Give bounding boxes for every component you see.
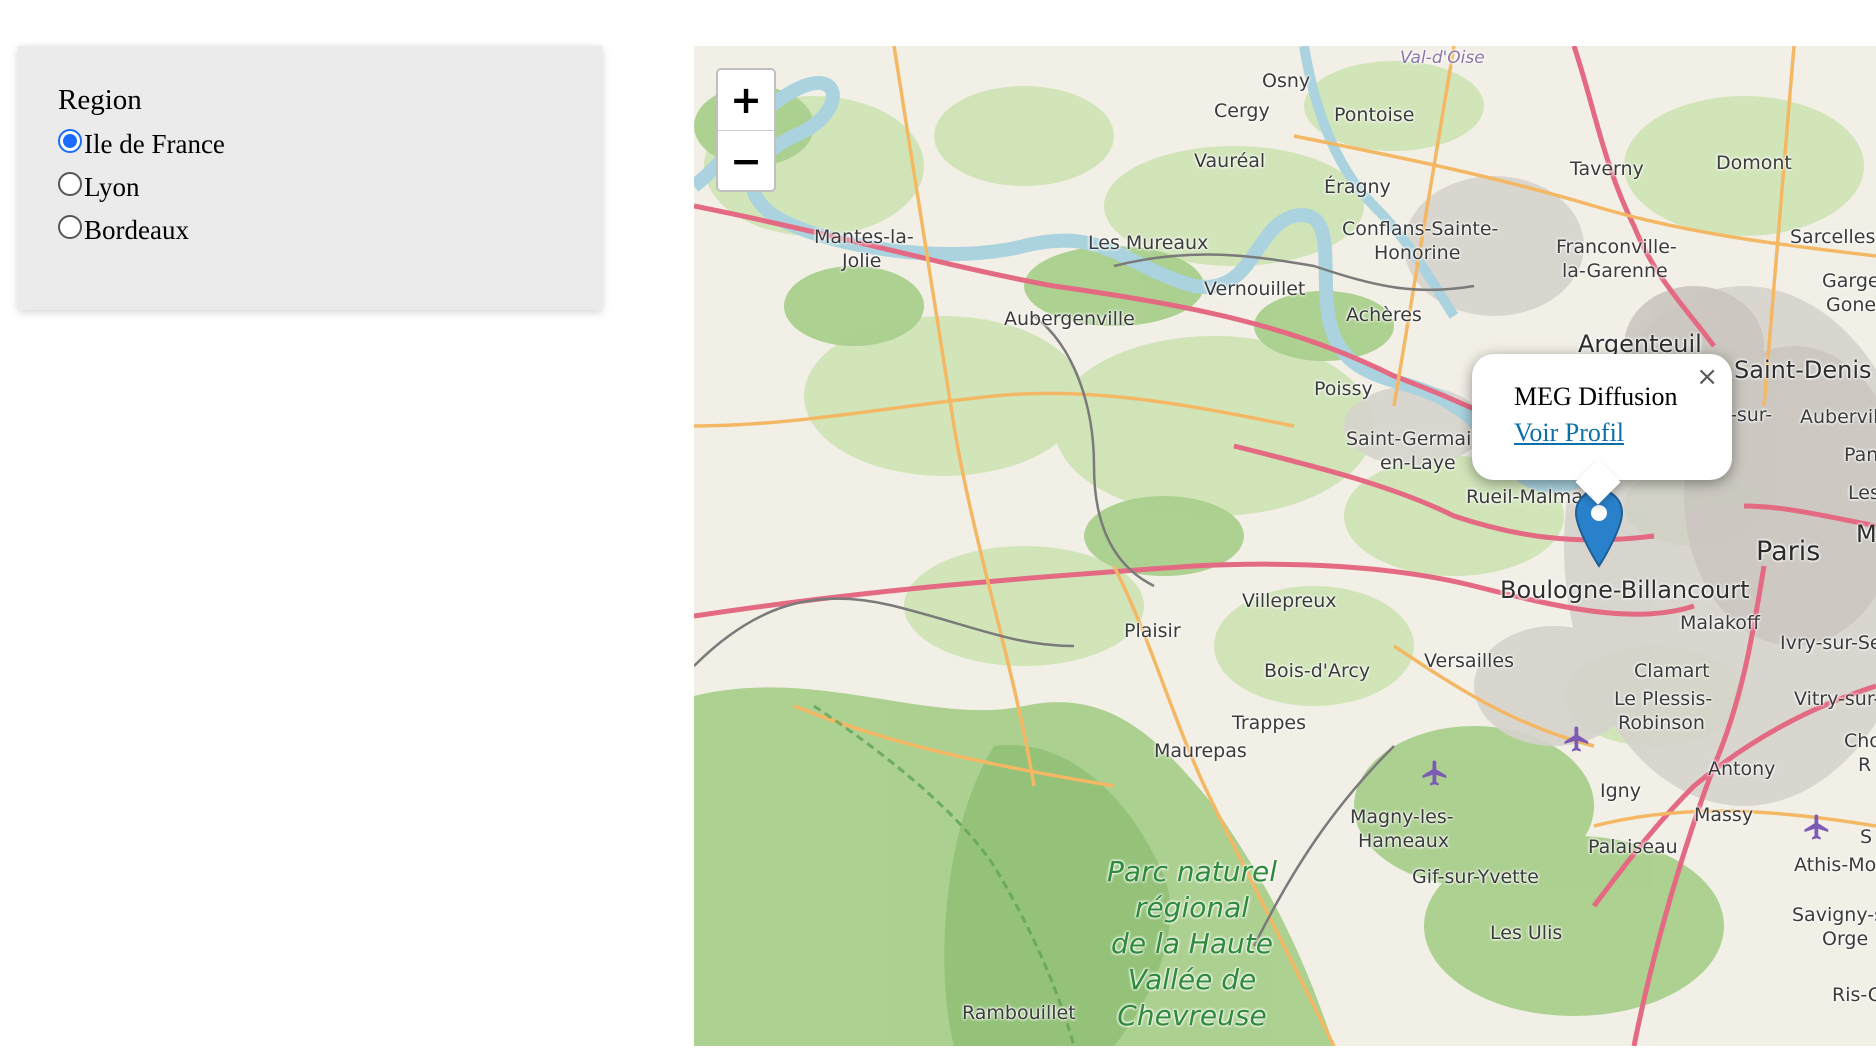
- place-label: Magny-les-: [1350, 806, 1454, 828]
- park-label-line: régional: [1134, 891, 1250, 924]
- marker-popup: × MEG Diffusion Voir Profil: [1472, 354, 1732, 505]
- voir-profil-link[interactable]: Voir Profil: [1514, 418, 1624, 448]
- place-label: Franconville-: [1556, 236, 1677, 258]
- park-label-line: Chevreuse: [1117, 999, 1267, 1032]
- place-label: Rueil-Malmai: [1466, 486, 1589, 508]
- place-label: Ivry-sur-Se: [1780, 632, 1876, 654]
- place-label: Vernouillet: [1204, 278, 1306, 300]
- place-label: Honorine: [1374, 242, 1461, 264]
- place-label: Achères: [1346, 304, 1422, 326]
- place-label: Rambouillet: [962, 1002, 1076, 1024]
- place-label: Val-d'Oise: [1400, 48, 1485, 68]
- place-label: en-Laye: [1380, 452, 1456, 474]
- place-label: Savigny-sur-: [1792, 904, 1876, 926]
- place-label: Clamart: [1634, 660, 1710, 682]
- place-label: Athis-Mo: [1794, 854, 1876, 876]
- region-option-bordeaux[interactable]: Bordeaux: [58, 209, 602, 252]
- place-label: Vitry-sur-S: [1794, 688, 1876, 710]
- place-label: Sarcelles: [1790, 226, 1876, 248]
- place-label: la-Garenne: [1562, 260, 1668, 282]
- place-label: R: [1858, 754, 1872, 776]
- place-label: Osny: [1262, 70, 1311, 92]
- place-label: Igny: [1600, 780, 1641, 802]
- place-label: Villepreux: [1242, 590, 1337, 612]
- radio-button[interactable]: [58, 171, 82, 196]
- park-label: Parc naturel régional de la Haute Vallée…: [1092, 854, 1292, 1034]
- zoom-control: + −: [716, 68, 776, 192]
- place-label: Jolie: [842, 250, 882, 272]
- place-label: Bois-d'Arcy: [1264, 660, 1371, 682]
- place-label: Domont: [1716, 152, 1792, 174]
- place-label: Versailles: [1424, 650, 1514, 672]
- place-label: Conflans-Sainte-: [1342, 218, 1499, 240]
- place-label: Pontoise: [1334, 104, 1415, 126]
- zoom-in-button[interactable]: +: [718, 70, 774, 131]
- place-label: M: [1856, 520, 1876, 548]
- place-label: Aubervillie: [1800, 406, 1876, 428]
- place-label: Taverny: [1570, 158, 1644, 180]
- place-label: Palaiseau: [1588, 836, 1678, 858]
- place-label: Garges: [1822, 270, 1876, 292]
- place-label: Saint-Denis: [1734, 356, 1872, 384]
- radio-label: Lyon: [84, 172, 140, 202]
- place-label: Gif-sur-Yvette: [1412, 866, 1539, 888]
- place-label: Massy: [1694, 804, 1754, 826]
- place-label: Les Ulis: [1490, 922, 1563, 944]
- place-label: Vauréal: [1194, 150, 1266, 172]
- airport-icon: [1804, 814, 1829, 840]
- place-label: Poissy: [1314, 378, 1373, 400]
- place-label: Trappes: [1232, 712, 1306, 734]
- place-label: Ris-O: [1832, 984, 1876, 1006]
- radio-button[interactable]: [58, 128, 82, 153]
- place-label: Robinson: [1618, 712, 1705, 734]
- map[interactable]: Val-d'Oise Osny Cergy Pontoise Vauréal É…: [694, 46, 1876, 1046]
- region-option-ile-de-france[interactable]: Ile de France: [58, 123, 602, 166]
- place-label: Saint-Germai: [1346, 428, 1472, 450]
- place-label: Éragny: [1324, 176, 1391, 198]
- airport-icon: [1422, 760, 1447, 786]
- park-label-line: de la Haute: [1111, 927, 1273, 960]
- place-label: Chois: [1844, 730, 1876, 752]
- radio-label: Ile de France: [84, 129, 225, 159]
- place-label: Orge: [1822, 928, 1869, 950]
- popup-title: MEG Diffusion: [1514, 382, 1678, 411]
- place-label: Pant: [1844, 444, 1876, 466]
- park-label-line: Parc naturel: [1107, 855, 1277, 888]
- place-label: -sur-: [1730, 404, 1773, 426]
- place-label: Cergy: [1214, 100, 1270, 122]
- place-label: Hameaux: [1358, 830, 1450, 852]
- place-label: Antony: [1708, 758, 1776, 780]
- place-label: Paris: [1756, 536, 1821, 567]
- place-label: Les: [1848, 482, 1876, 504]
- place-label: Aubergenville: [1004, 308, 1135, 330]
- place-label: Gones: [1826, 294, 1876, 316]
- region-panel: Region Ile de France Lyon Bordeaux: [18, 46, 602, 310]
- place-label: Maurepas: [1154, 740, 1247, 762]
- radio-label: Bordeaux: [84, 215, 189, 245]
- place-label: Malakoff: [1680, 612, 1760, 634]
- region-option-lyon[interactable]: Lyon: [58, 166, 602, 209]
- park-label-line: Vallée de: [1127, 963, 1257, 996]
- region-title: Region: [58, 84, 142, 116]
- place-label: Mantes-la-: [814, 226, 914, 248]
- place-label: Les Mureaux: [1088, 232, 1209, 254]
- place-label: S: [1860, 826, 1873, 848]
- zoom-out-button[interactable]: −: [718, 131, 774, 190]
- airport-icon: [1564, 726, 1589, 752]
- place-label: Le Plessis-: [1614, 688, 1713, 710]
- radio-button[interactable]: [58, 214, 82, 239]
- place-label: Plaisir: [1124, 620, 1181, 642]
- place-label: Boulogne-Billancourt: [1500, 576, 1750, 604]
